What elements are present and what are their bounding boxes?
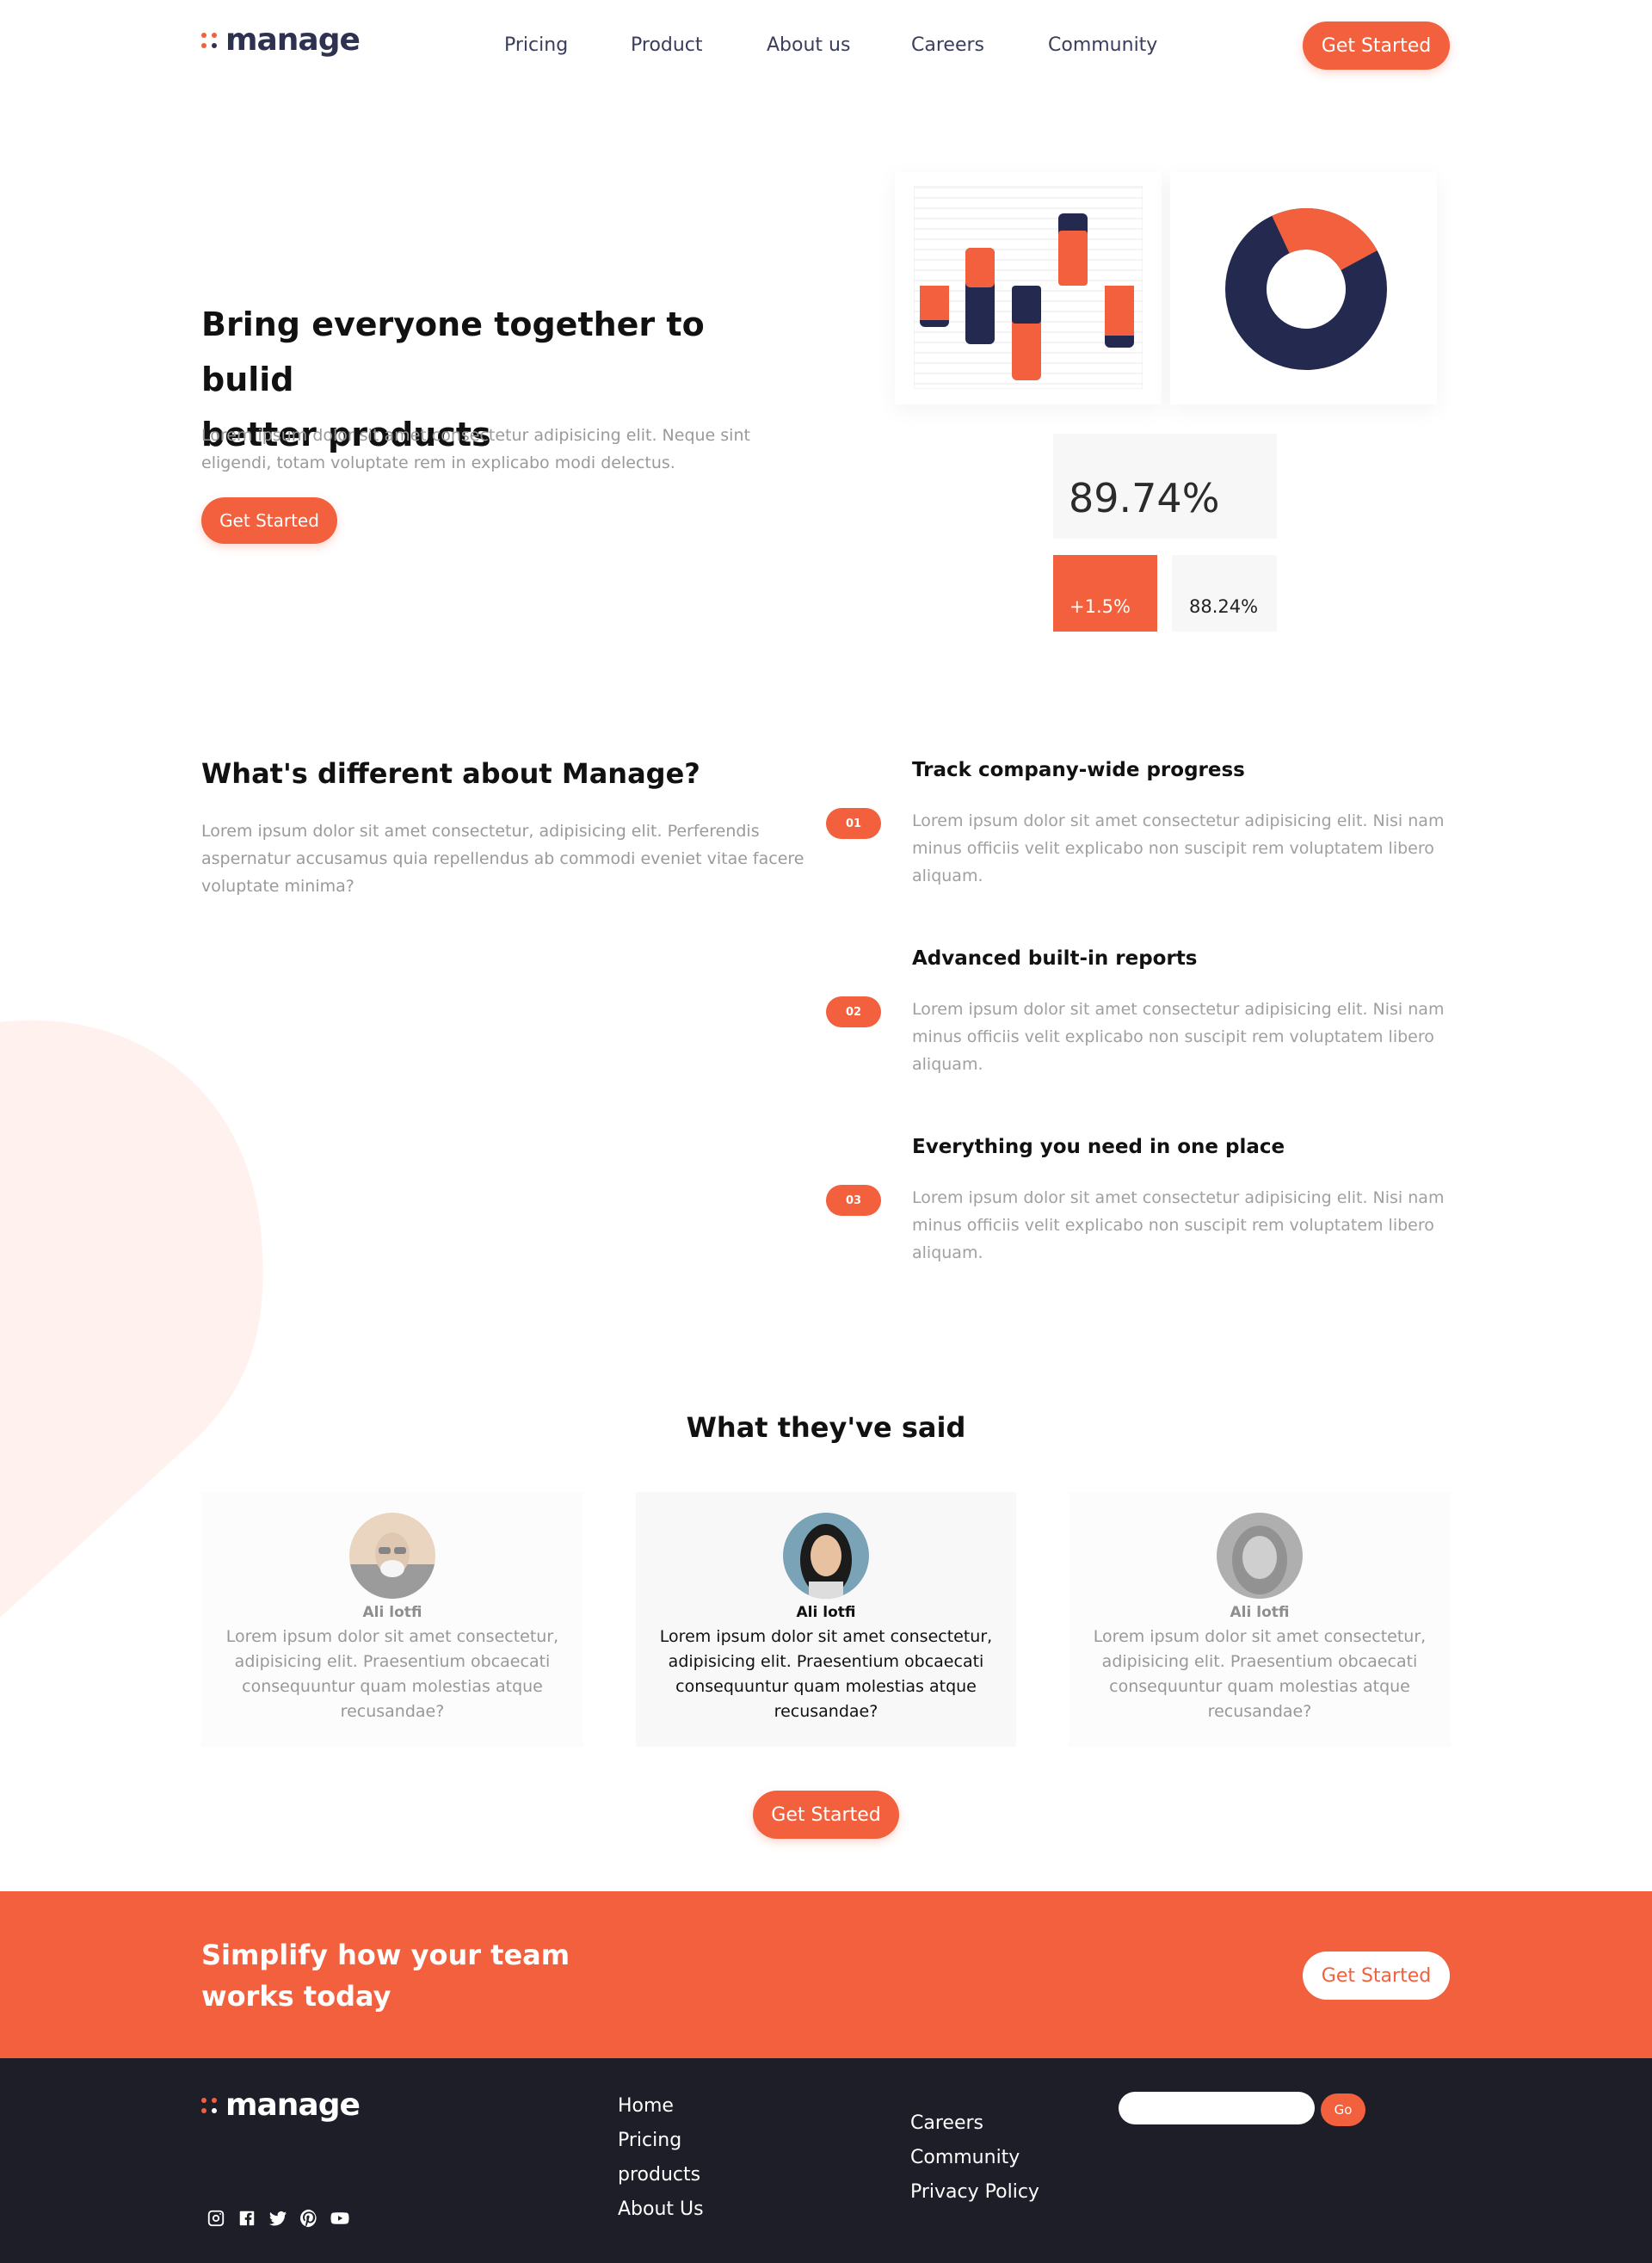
cta-banner: Simplify how your team works today Get S… xyxy=(0,1891,1652,2058)
cta-banner-line2: works today xyxy=(201,1980,391,2013)
footer: manage Home Pricing products About Us Ca… xyxy=(0,2058,1652,2263)
testimonial-text-3: Lorem ipsum dolor sit amet consectetur, … xyxy=(1093,1627,1427,1721)
nav-product[interactable]: Product xyxy=(631,34,703,56)
donut-chart xyxy=(1225,208,1387,370)
footer-links-col2: Careers Community Privacy Policy xyxy=(910,2106,1039,2210)
testimonial-name-1: Ali lotfi xyxy=(362,1604,422,1621)
testimonial-name-3: Ali lotfi xyxy=(1230,1604,1290,1621)
testimonials-title: What they've said xyxy=(686,1411,966,1444)
hero-text: Lorem ipsum dolor sit amet consectetur a… xyxy=(201,422,804,477)
testimonial-name-2: Ali lotfi xyxy=(796,1604,856,1621)
newsletter-go-button[interactable]: Go xyxy=(1321,2093,1365,2126)
footer-link-products[interactable]: products xyxy=(618,2158,704,2192)
newsletter-email-input[interactable] xyxy=(1119,2092,1315,2124)
hero-text-line2: eligendi, totam voluptate rem in explica… xyxy=(201,453,675,472)
feature-text-2: Lorem ipsum dolor sit amet consectetur a… xyxy=(912,996,1446,1078)
footer-links-col1: Home Pricing products About Us xyxy=(618,2089,704,2227)
avatar xyxy=(349,1513,435,1599)
bar-chart xyxy=(914,186,1143,389)
feature-text-2-line2: minus officiis velit explicabo non susci… xyxy=(912,1027,1434,1046)
testimonial-card-3[interactable]: Ali lotfi Lorem ipsum dolor sit amet con… xyxy=(1069,1492,1451,1747)
testimonials-get-started-button[interactable]: Get Started xyxy=(753,1791,899,1839)
change-stat-box: +1.5% xyxy=(1053,555,1157,632)
nav-community[interactable]: Community xyxy=(1048,34,1157,56)
testimonial-card-1[interactable]: Ali lotfi Lorem ipsum dolor sit amet con… xyxy=(201,1492,583,1747)
feature-text-1-line2: minus officiis velit explicabo non susci… xyxy=(912,839,1434,858)
features-title: What's different about Manage? xyxy=(201,757,700,790)
header-logo[interactable]: manage xyxy=(201,22,361,58)
twitter-icon[interactable] xyxy=(268,2209,287,2231)
secondary-stat-box: 88.24% xyxy=(1172,555,1277,632)
feature-title-2: Advanced built-in reports xyxy=(912,947,1198,970)
feature-text-3-line2: minus officiis velit explicabo non susci… xyxy=(912,1216,1434,1235)
donut-chart-card xyxy=(1170,172,1437,404)
pinterest-icon[interactable] xyxy=(299,2209,318,2231)
avatar xyxy=(783,1513,869,1599)
features-intro-line3: voluptate minima? xyxy=(201,877,354,896)
hero-text-line1: Lorem ipsum dolor sit amet consectetur a… xyxy=(201,426,750,445)
nav-pricing[interactable]: Pricing xyxy=(504,34,568,56)
feature-text-1-line1: Lorem ipsum dolor sit amet consectetur a… xyxy=(912,811,1445,830)
hero-title-line1: Bring everyone together to bulid xyxy=(201,305,705,398)
features-intro-line1: Lorem ipsum dolor sit amet consectetur, … xyxy=(201,822,760,841)
logo-mark-icon xyxy=(201,2097,217,2113)
cta-banner-get-started-button[interactable]: Get Started xyxy=(1303,1952,1450,2000)
cta-banner-line1: Simplify how your team xyxy=(201,1939,570,1971)
cta-banner-title: Simplify how your team works today xyxy=(201,1934,570,2017)
testimonial-text-1: Lorem ipsum dolor sit amet consectetur, … xyxy=(225,1627,559,1721)
footer-logo[interactable]: manage xyxy=(201,2087,361,2123)
feature-text-1-line3: aliquam. xyxy=(912,866,983,885)
nav-about-us[interactable]: About us xyxy=(767,34,850,56)
instagram-icon[interactable] xyxy=(206,2209,225,2231)
footer-link-careers[interactable]: Careers xyxy=(910,2106,1039,2141)
avatar xyxy=(1217,1513,1303,1599)
feature-badge-02: 02 xyxy=(826,996,881,1027)
feature-text-3-line1: Lorem ipsum dolor sit amet consectetur a… xyxy=(912,1188,1445,1207)
footer-link-privacy-policy[interactable]: Privacy Policy xyxy=(910,2175,1039,2210)
feature-badge-03: 03 xyxy=(826,1185,881,1216)
facebook-icon[interactable] xyxy=(237,2209,256,2231)
main-stat-box: 89.74% xyxy=(1053,434,1277,539)
features-intro: Lorem ipsum dolor sit amet consectetur, … xyxy=(201,817,821,900)
logo-text: manage xyxy=(225,22,361,58)
footer-logo-text: manage xyxy=(225,2087,361,2123)
footer-link-pricing[interactable]: Pricing xyxy=(618,2124,704,2158)
testimonial-card-2[interactable]: Ali lotfi Lorem ipsum dolor sit amet con… xyxy=(636,1492,1016,1747)
feature-badge-01: 01 xyxy=(826,808,881,839)
testimonial-text-2: Lorem ipsum dolor sit amet consectetur, … xyxy=(659,1627,993,1721)
logo-mark-icon xyxy=(201,32,217,48)
features-intro-line2: aspernatur accusamus quia repellendus ab… xyxy=(201,849,804,868)
hero-get-started-button[interactable]: Get Started xyxy=(201,497,337,544)
youtube-icon[interactable] xyxy=(330,2209,349,2231)
feature-text-3-line3: aliquam. xyxy=(912,1243,983,1262)
secondary-stat-value: 88.24% xyxy=(1189,596,1259,617)
feature-text-1: Lorem ipsum dolor sit amet consectetur a… xyxy=(912,807,1446,890)
footer-link-about-us[interactable]: About Us xyxy=(618,2192,704,2227)
footer-link-home[interactable]: Home xyxy=(618,2089,704,2124)
main-stat-value: 89.74% xyxy=(1069,475,1220,521)
bar-chart-card xyxy=(895,172,1162,404)
social-icons xyxy=(206,2209,349,2231)
feature-text-3: Lorem ipsum dolor sit amet consectetur a… xyxy=(912,1184,1446,1267)
nav-careers[interactable]: Careers xyxy=(911,34,984,56)
change-stat-value: +1.5% xyxy=(1069,596,1131,617)
header-get-started-button[interactable]: Get Started xyxy=(1303,22,1450,70)
feature-text-2-line3: aliquam. xyxy=(912,1055,983,1074)
feature-text-2-line1: Lorem ipsum dolor sit amet consectetur a… xyxy=(912,1000,1445,1019)
footer-link-community[interactable]: Community xyxy=(910,2141,1039,2175)
feature-title-3: Everything you need in one place xyxy=(912,1136,1285,1158)
feature-title-1: Track company-wide progress xyxy=(912,759,1245,781)
